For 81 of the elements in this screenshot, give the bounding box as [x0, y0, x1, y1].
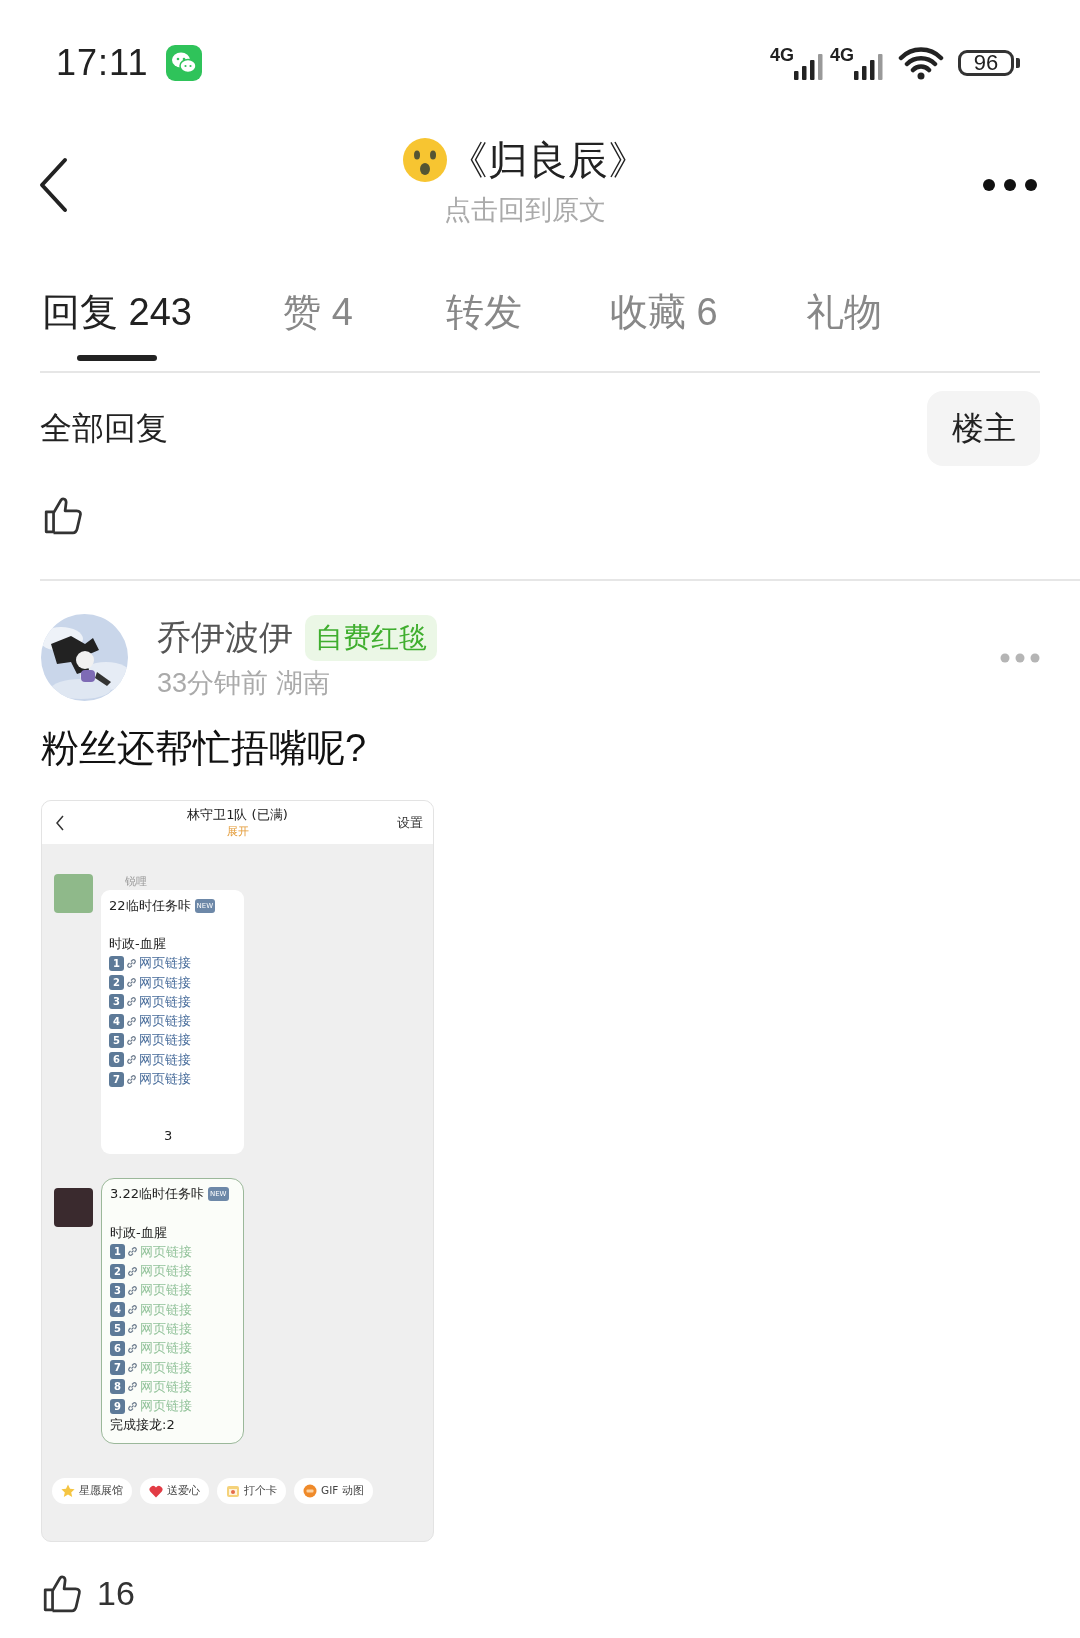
- section-title: 时政-血腥: [110, 1223, 167, 1242]
- chip[interactable]: 打个卡: [217, 1478, 286, 1505]
- link-icon: [127, 1381, 138, 1393]
- signal-icon: [794, 54, 824, 80]
- link-icon: [126, 996, 137, 1008]
- message-footer: 完成接龙:2: [110, 1416, 175, 1435]
- link-icon: [126, 1073, 137, 1085]
- number-key: 3: [109, 994, 124, 1010]
- web-link[interactable]: 网页链接: [139, 1050, 191, 1069]
- chip[interactable]: 星愿展馆: [52, 1478, 132, 1505]
- link-icon: [127, 1400, 138, 1412]
- message-footer: 3: [164, 1128, 173, 1144]
- number-key: 4: [110, 1302, 125, 1318]
- web-link[interactable]: 网页链接: [139, 973, 191, 992]
- number-key: 6: [110, 1340, 125, 1356]
- link-icon: [127, 1284, 138, 1296]
- network-label: 4G: [830, 45, 854, 66]
- tab[interactable]: 礼物: [803, 287, 884, 361]
- number-key: 1: [109, 955, 124, 971]
- author-badge: 自费红毯: [305, 614, 437, 661]
- number-key: 7: [109, 1071, 124, 1087]
- number-key: 7: [110, 1360, 125, 1376]
- group-title: 林守卫1队 (已满): [187, 806, 288, 824]
- link-icon: [126, 1054, 137, 1066]
- chip[interactable]: GIF 动图: [294, 1478, 373, 1505]
- web-link[interactable]: 网页链接: [139, 1012, 191, 1031]
- link-icon: [127, 1265, 138, 1277]
- back-icon[interactable]: [56, 814, 64, 831]
- sender-name: 锐哩: [125, 874, 148, 890]
- calendar-icon: [226, 1484, 240, 1499]
- chat-app-icon: [166, 44, 203, 81]
- tab[interactable]: 转发: [443, 287, 524, 361]
- settings-link[interactable]: 设置: [397, 813, 423, 832]
- message-heading: 22临时任务咔: [109, 896, 191, 915]
- number-key: 6: [109, 1052, 124, 1068]
- section-title: 时政-血腥: [109, 934, 166, 953]
- number-key: 3: [110, 1282, 125, 1298]
- heart-icon: [149, 1484, 163, 1498]
- number-key: 2: [110, 1263, 125, 1279]
- post-meta: 33分钟前 湖南: [157, 666, 331, 700]
- tab[interactable]: 赞 4: [277, 287, 358, 361]
- network-label: 4G: [769, 45, 794, 66]
- link-icon: [126, 1034, 137, 1046]
- wifi-icon: [898, 45, 944, 80]
- like-count: 16: [97, 1573, 135, 1613]
- number-key: 9: [110, 1398, 125, 1414]
- signal-icon: [854, 54, 884, 80]
- more-icon[interactable]: [982, 178, 1038, 192]
- tab[interactable]: 收藏 6: [609, 287, 718, 361]
- web-link[interactable]: 网页链接: [139, 954, 191, 973]
- message-heading: 3.22临时任务咔: [110, 1185, 204, 1204]
- author-filter-button[interactable]: 楼主: [927, 391, 1040, 466]
- web-link[interactable]: 网页链接: [139, 1070, 191, 1088]
- link-icon: [127, 1323, 138, 1335]
- link-icon: [127, 1342, 138, 1354]
- link-icon: [126, 1015, 137, 1027]
- tab[interactable]: 回复 243: [42, 287, 192, 361]
- author-name[interactable]: 乔伊波伊: [157, 614, 293, 661]
- link-icon: [127, 1304, 138, 1316]
- post-title[interactable]: 《归良辰》: [448, 132, 648, 188]
- battery-level: 96: [973, 49, 999, 76]
- chip[interactable]: 送爱心: [140, 1478, 209, 1505]
- number-key: 5: [110, 1321, 125, 1337]
- star-icon: [61, 1484, 75, 1499]
- all-replies-label: 全部回复: [40, 408, 168, 448]
- number-key: 1: [110, 1244, 125, 1260]
- web-link[interactable]: 网页链接: [139, 992, 191, 1011]
- reply-text: 粉丝还帮忙捂嘴呢?: [41, 726, 368, 771]
- back-icon[interactable]: [38, 157, 68, 213]
- link-icon: [127, 1246, 138, 1258]
- surprised-face-icon: [402, 137, 448, 183]
- number-key: 5: [109, 1032, 124, 1048]
- link-icon: [126, 957, 137, 969]
- web-link[interactable]: 网页链接: [139, 1031, 191, 1050]
- link-icon: [126, 977, 137, 989]
- gif-icon: [303, 1484, 317, 1499]
- clock-time: 17:11: [56, 41, 149, 84]
- number-key: 4: [109, 1013, 124, 1029]
- number-key: 8: [110, 1379, 125, 1395]
- number-key: 2: [109, 975, 124, 991]
- link-icon: [127, 1362, 138, 1374]
